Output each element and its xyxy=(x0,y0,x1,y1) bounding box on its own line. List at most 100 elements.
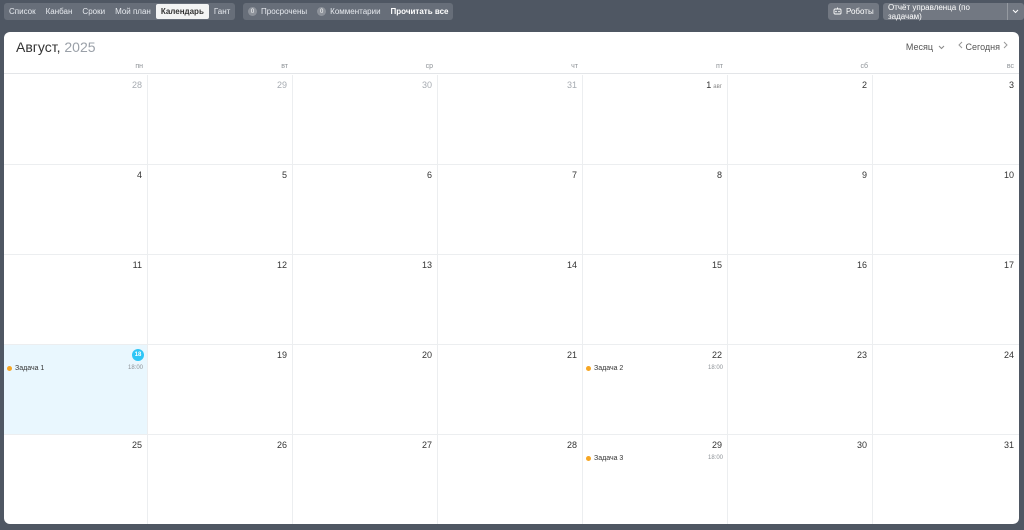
report-button[interactable]: Отчёт управленца (по задачам) xyxy=(883,2,1024,21)
today-badge: 18 xyxy=(132,349,144,361)
day-cell[interactable]: 27 xyxy=(293,435,438,524)
view-tab[interactable]: Мой план xyxy=(110,4,156,19)
calendar-event[interactable]: Задача 2 18:00 xyxy=(586,363,723,373)
day-number: 29 xyxy=(277,80,287,90)
day-cell[interactable]: 4 xyxy=(4,165,148,255)
day-number: 27 xyxy=(422,440,432,450)
day-number: 5 xyxy=(282,170,287,180)
weekday-label: вт xyxy=(281,63,288,70)
day-number: 31 xyxy=(1004,440,1014,450)
day-cell[interactable]: 31 xyxy=(873,435,1019,524)
calendar-event[interactable]: Задача 1 18:00 xyxy=(7,363,143,373)
day-number-value: 21 xyxy=(566,350,577,360)
day-number-value: 31 xyxy=(566,80,577,90)
chevron-right-icon xyxy=(1003,41,1008,49)
day-number-value: 3 xyxy=(1008,80,1014,90)
weekday-label: пн xyxy=(135,63,143,70)
overdue-filter[interactable]: 0 Просрочены xyxy=(243,4,312,19)
month-name: Август, xyxy=(16,39,61,55)
day-number: 13 xyxy=(422,260,432,270)
day-cell[interactable]: 20 xyxy=(293,345,438,435)
day-cell[interactable]: 16 xyxy=(728,255,873,345)
day-cell[interactable]: 1 авг xyxy=(583,75,728,165)
chevron-down-icon[interactable] xyxy=(1007,3,1019,20)
day-number-value: 11 xyxy=(132,260,142,270)
weekday-label: сб xyxy=(860,63,868,70)
month-abbr: авг xyxy=(713,84,722,90)
day-number: 9 xyxy=(862,170,867,180)
day-number: 15 xyxy=(712,260,722,270)
day-cell[interactable]: 30 xyxy=(293,75,438,165)
view-tab[interactable]: Список xyxy=(4,4,41,19)
view-tab[interactable]: Гант xyxy=(209,4,235,19)
day-number: 1 авг xyxy=(706,80,722,90)
day-cell[interactable]: 11 xyxy=(4,255,148,345)
day-number: 4 xyxy=(137,170,142,180)
day-number-value: 27 xyxy=(421,440,432,450)
day-cell[interactable]: 13 xyxy=(293,255,438,345)
read-all-button[interactable]: Прочитать все xyxy=(386,4,454,19)
prev-month-button[interactable] xyxy=(957,41,963,52)
day-cell[interactable]: 14 xyxy=(438,255,583,345)
today-button[interactable]: Сегодня xyxy=(966,42,1001,52)
day-number: 17 xyxy=(1004,260,1014,270)
comments-counter: 0 xyxy=(317,7,327,16)
weekday-label: вс xyxy=(1006,63,1014,70)
day-cell[interactable]: 21 xyxy=(438,345,583,435)
view-tab[interactable]: Календарь xyxy=(155,4,209,19)
view-mode-select[interactable]: Месяц xyxy=(906,42,945,52)
day-cell[interactable]: 23 xyxy=(728,345,873,435)
day-number: 3 xyxy=(1009,80,1014,90)
day-number-value: 5 xyxy=(281,170,287,180)
report-label: Отчёт управленца (по задачам) xyxy=(888,2,970,21)
chevron-down-icon xyxy=(938,45,944,49)
day-cell[interactable]: 28 xyxy=(4,75,148,165)
day-number: 23 xyxy=(857,350,867,360)
day-cell[interactable]: 24 xyxy=(873,345,1019,435)
calendar-header: Август, 2025 Месяц Сегодня xyxy=(4,32,1019,60)
day-number-value: 8 xyxy=(716,170,722,180)
day-cell[interactable]: 29 Задача 3 18:00 xyxy=(583,435,728,524)
day-number: 14 xyxy=(567,260,577,270)
event-status-dot-icon xyxy=(586,365,591,371)
day-number-value: 29 xyxy=(711,440,722,450)
day-cell[interactable]: 22 Задача 2 18:00 xyxy=(583,345,728,435)
view-tab[interactable]: Канбан xyxy=(41,4,78,19)
day-cell[interactable]: 7 xyxy=(438,165,583,255)
day-number: 12 xyxy=(277,260,287,270)
day-cell[interactable]: 30 xyxy=(728,435,873,524)
day-cell[interactable]: 8 xyxy=(583,165,728,255)
day-cell[interactable]: 31 xyxy=(438,75,583,165)
day-cell[interactable]: 5 xyxy=(148,165,293,255)
day-cell[interactable]: 9 xyxy=(728,165,873,255)
day-cell[interactable]: 19 xyxy=(148,345,293,435)
day-cell-today[interactable]: 18 Задача 1 18:00 xyxy=(4,345,148,435)
event-title: Задача 3 xyxy=(594,454,624,462)
day-number-value: 17 xyxy=(1003,260,1014,270)
day-number-value: 16 xyxy=(856,260,867,270)
day-cell[interactable]: 12 xyxy=(148,255,293,345)
day-number-value: 15 xyxy=(711,260,722,270)
day-cell[interactable]: 3 xyxy=(873,75,1019,165)
day-cell[interactable]: 28 xyxy=(438,435,583,524)
day-cell[interactable]: 10 xyxy=(873,165,1019,255)
calendar-event[interactable]: Задача 3 18:00 xyxy=(586,453,723,463)
day-cell[interactable]: 26 xyxy=(148,435,293,524)
day-cell[interactable]: 2 xyxy=(728,75,873,165)
event-status-dot-icon xyxy=(7,365,12,371)
robots-button[interactable]: Роботы xyxy=(828,3,879,20)
day-cell[interactable]: 17 xyxy=(873,255,1019,345)
view-switcher: Список Канбан Сроки Мой план Календарь Гант xyxy=(4,3,236,20)
weekday-label: ср xyxy=(425,63,433,70)
weekday-header: пн вт ср чт пт сб вс xyxy=(4,60,1019,74)
day-number: 26 xyxy=(277,440,287,450)
view-tab[interactable]: Сроки xyxy=(77,4,110,19)
day-cell[interactable]: 29 xyxy=(148,75,293,165)
day-number-value: 10 xyxy=(1003,170,1014,180)
day-cell[interactable]: 6 xyxy=(293,165,438,255)
day-number: 8 xyxy=(717,170,722,180)
day-cell[interactable]: 25 xyxy=(4,435,148,524)
day-cell[interactable]: 15 xyxy=(583,255,728,345)
next-month-button[interactable] xyxy=(1003,41,1008,52)
comments-filter[interactable]: 0 Комментарии xyxy=(312,4,385,19)
